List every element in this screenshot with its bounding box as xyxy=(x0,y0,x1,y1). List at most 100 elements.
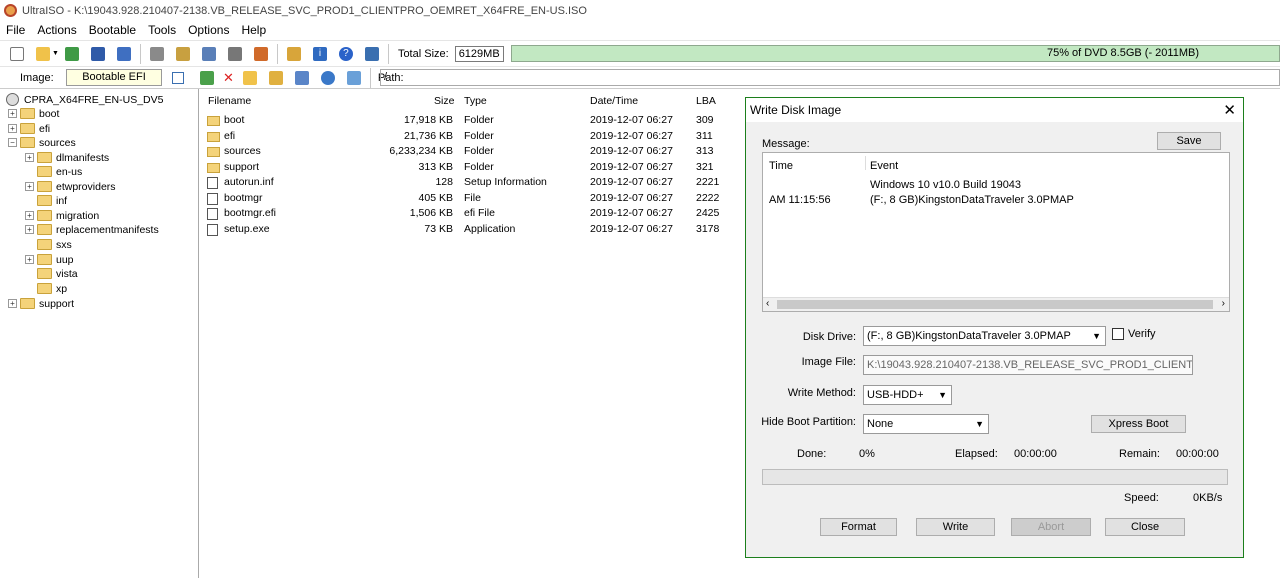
image-properties-icon[interactable] xyxy=(172,71,184,84)
folder-icon xyxy=(207,131,220,142)
rename-icon[interactable] xyxy=(268,70,283,85)
convert-icon[interactable] xyxy=(253,46,268,61)
tree-item-label: vista xyxy=(56,267,78,280)
speed-label: Speed: xyxy=(1124,492,1159,504)
folder-icon xyxy=(37,254,52,265)
tree-item-label: etwproviders xyxy=(56,180,116,193)
tree-item-efi[interactable]: + efi xyxy=(8,121,50,136)
path-field[interactable]: / xyxy=(380,69,1280,86)
col-header-datetime[interactable]: Date/Time xyxy=(590,95,638,109)
expand-icon[interactable]: + xyxy=(25,225,34,234)
toolbar-separator xyxy=(276,43,278,64)
abort-button[interactable]: Abort xyxy=(1011,518,1091,536)
total-size: Total Size: 6129MB xyxy=(398,45,504,62)
open-icon[interactable] xyxy=(36,46,50,61)
scroll-thumb[interactable] xyxy=(777,300,1213,309)
save-icon[interactable] xyxy=(90,46,105,61)
delete-icon[interactable]: ✕ xyxy=(223,70,234,86)
scroll-right-icon[interactable]: › xyxy=(1222,298,1225,309)
col-header-lba[interactable]: LBA xyxy=(696,95,716,109)
tree-item-sources[interactable]: − sources xyxy=(8,135,76,150)
col-header-size[interactable]: Size xyxy=(434,95,454,109)
info-icon[interactable]: i xyxy=(312,46,327,61)
expand-icon[interactable]: + xyxy=(25,211,34,220)
expand-icon[interactable]: + xyxy=(8,109,17,118)
mount-icon[interactable] xyxy=(175,46,190,61)
tree-item-dlmanifests[interactable]: + dlmanifests xyxy=(25,150,109,165)
menu-options[interactable]: Options xyxy=(182,23,235,37)
menu-help[interactable]: Help xyxy=(235,23,272,37)
close-icon[interactable]: ✕ xyxy=(1223,101,1236,119)
folder-icon xyxy=(37,239,52,250)
properties-icon[interactable] xyxy=(286,46,301,61)
write-button[interactable]: Write xyxy=(916,518,995,536)
compress-icon[interactable] xyxy=(201,46,216,61)
folder-icon xyxy=(37,224,52,235)
tree-item-etwproviders[interactable]: + etwproviders xyxy=(25,179,116,194)
remain-value: 00:00:00 xyxy=(1176,448,1219,460)
menu-tools[interactable]: Tools xyxy=(142,23,182,37)
help-icon[interactable]: ? xyxy=(338,46,353,61)
new-icon[interactable] xyxy=(10,46,24,61)
col-header-filename[interactable]: Filename xyxy=(208,95,251,109)
settings-icon[interactable] xyxy=(294,70,309,85)
menu-actions[interactable]: Actions xyxy=(31,23,82,37)
write-method-select[interactable]: USB-HDD+ ▼ xyxy=(863,385,952,405)
folder-icon xyxy=(20,123,35,134)
new-folder-icon[interactable] xyxy=(242,70,257,85)
elapsed-value: 00:00:00 xyxy=(1014,448,1057,460)
file-name: efi xyxy=(224,129,236,142)
expand-icon[interactable]: + xyxy=(25,153,34,162)
expand-icon[interactable]: + xyxy=(8,124,17,133)
tree-item-uup[interactable]: + uup xyxy=(25,252,74,267)
expand-icon[interactable]: + xyxy=(8,299,17,308)
tree-item-vista[interactable]: vista xyxy=(37,266,78,281)
image-type-box[interactable]: Bootable EFI xyxy=(66,69,162,86)
save-as-icon[interactable] xyxy=(116,46,131,61)
close-button[interactable]: Close xyxy=(1105,518,1185,536)
tree-item-support[interactable]: + support xyxy=(8,296,74,311)
tree-item-inf[interactable]: inf xyxy=(37,193,67,208)
file-size: 1,506 KB xyxy=(409,207,453,219)
file-name: bootmgr.efi xyxy=(224,207,276,219)
save-button[interactable]: Save xyxy=(1157,132,1221,150)
window-title: UltraISO - K:\19043.928.210407-2138.VB_R… xyxy=(22,4,587,17)
hide-boot-partition-value: None xyxy=(867,418,894,430)
menu-bootable[interactable]: Bootable xyxy=(83,23,142,37)
burn-icon[interactable] xyxy=(149,46,164,61)
folder-icon xyxy=(37,268,52,279)
open-dropdown-icon[interactable]: ▼ xyxy=(52,50,59,57)
exit-icon[interactable] xyxy=(364,46,379,61)
format-button[interactable]: Format xyxy=(820,518,897,536)
collapse-icon[interactable]: − xyxy=(8,138,17,147)
disk-drive-select[interactable]: (F:, 8 GB)KingstonDataTraveler 3.0PMAP ▼ xyxy=(863,326,1106,346)
expand-icon[interactable]: + xyxy=(25,182,34,191)
up-folder-icon[interactable] xyxy=(200,70,214,85)
tree-item-replacementmanifests[interactable]: + replacementmanifests xyxy=(25,222,159,237)
hide-boot-partition-select[interactable]: None ▼ xyxy=(863,414,989,434)
tree-item-migration[interactable]: + migration xyxy=(25,208,99,223)
tree-root[interactable]: CPRA_X64FRE_EN-US_DV5 xyxy=(6,92,163,107)
refresh-icon[interactable] xyxy=(346,70,361,85)
image-file-field[interactable]: K:\19043.928.210407-2138.VB_RELEASE_SVC_… xyxy=(863,355,1193,375)
file-lba: 311 xyxy=(696,129,713,142)
col-header-type[interactable]: Type xyxy=(464,95,487,109)
tree-item-xp[interactable]: xp xyxy=(37,281,67,296)
tree-item-sxs[interactable]: sxs xyxy=(37,237,72,252)
menu-file[interactable]: File xyxy=(0,23,31,37)
tree-item-boot[interactable]: + boot xyxy=(8,106,59,121)
gear-icon[interactable] xyxy=(320,70,335,85)
file-size: 17,918 KB xyxy=(403,114,453,126)
folder-icon xyxy=(37,195,52,206)
xpress-boot-button[interactable]: Xpress Boot xyxy=(1091,415,1186,433)
log-scrollbar[interactable]: ‹ › xyxy=(763,297,1229,311)
scroll-left-icon[interactable]: ‹ xyxy=(766,298,769,309)
verify-checkbox[interactable] xyxy=(1112,328,1124,340)
file-size: 73 KB xyxy=(424,222,453,235)
extract-icon[interactable] xyxy=(64,46,79,61)
file-icon xyxy=(207,208,218,220)
tree-item-en-us[interactable]: en-us xyxy=(37,164,82,179)
file-type: Folder xyxy=(464,160,494,173)
expand-icon[interactable]: + xyxy=(25,255,34,264)
checksum-icon[interactable] xyxy=(227,46,242,61)
